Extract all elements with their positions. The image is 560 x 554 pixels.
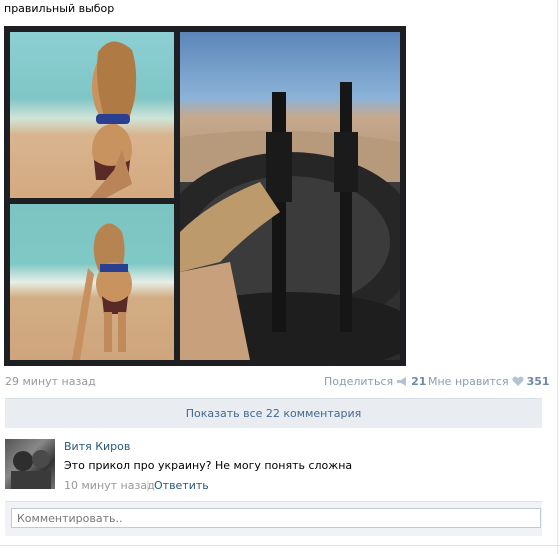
post-timestamp[interactable]: 29 минут назад [5,375,96,388]
share-button[interactable]: Поделиться 21 [324,375,426,388]
like-count: 351 [526,375,550,388]
avatar[interactable] [5,439,55,489]
reply-link[interactable]: Ответить [154,479,209,492]
post-text: правильный выбор [4,2,115,15]
share-label: Поделиться [324,375,394,388]
photo-rifles-drawing [180,82,400,360]
comment-input[interactable] [11,508,541,528]
avatar-image [11,450,51,489]
show-all-comments-button[interactable]: Показать все 22 комментария [5,398,542,428]
heart-icon [511,376,524,386]
page-right-border [557,0,558,554]
photo-beach-girl-2[interactable] [10,204,174,360]
comment-text: Это прикол про украину? Не могу понять с… [64,459,353,472]
like-label: Мне нравится [428,375,509,388]
reply-box [5,501,542,536]
comment-separator: | [146,479,150,492]
comment-timestamp[interactable]: 10 минут назад [64,479,155,492]
divider [0,545,560,546]
photo-collage [4,26,406,366]
photo-beach-girl-1-drawing [90,41,137,198]
megaphone-icon [397,377,407,386]
comment-author[interactable]: Витя Киров [64,440,130,453]
photo-rifles-on-tire[interactable] [180,32,400,360]
like-button[interactable]: Мне нравится 351 [428,375,550,388]
photo-beach-girl-1[interactable] [10,32,174,198]
share-count: 21 [411,375,427,388]
photo-beach-girl-2-drawing [72,223,132,360]
